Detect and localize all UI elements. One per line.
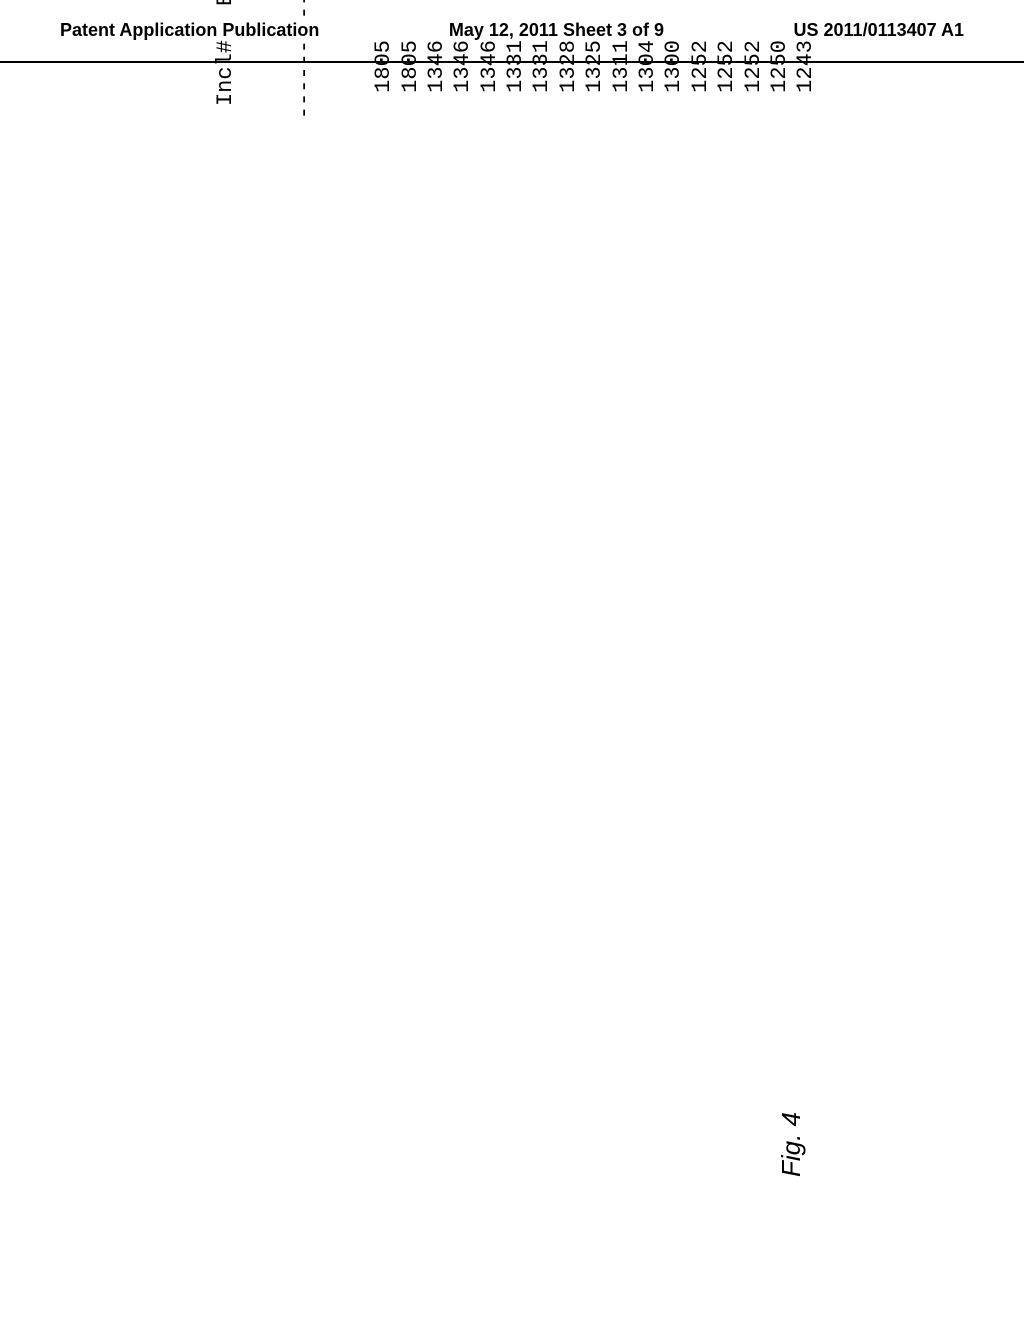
cell-excl: 0 [582, 0, 608, 40]
cell-excl: 0 [398, 0, 424, 40]
col-header-incl: Incl# [213, 40, 239, 140]
table-row: 1304072%0%ntdll.dll!_RtlUserThreadStart [635, 0, 661, 140]
table-row: 18050100%0%tid ( 2924) [371, 0, 397, 140]
figure-label: Fig. 4 [776, 1112, 807, 1177]
cell-excl: 0 [556, 0, 582, 40]
cell-excl: 0 [661, 0, 687, 40]
table-row: 1250069%0%clr.dll!COMToCLRWorkerDebugger… [767, 0, 793, 140]
table-row: 1331073%0%kernel32.dll!BaseThreadInitThu… [503, 0, 529, 140]
cell-excl: 0 [424, 0, 450, 40]
cell-incl: 1300 [661, 40, 687, 140]
table-row: 1311072%0%devenv.exe!util_CallVsMain [609, 0, 635, 140]
cell-excl: 0 [609, 0, 635, 40]
table-row: 1252069%0%clr.dll!COMToCLRDispatchHelper [688, 0, 714, 140]
cell-excl: 0 [529, 0, 555, 40]
cell-excl: 0 [714, 0, 740, 40]
cell-excl: 0 [741, 0, 767, 40]
table-row: 1331073%0%ntdll.dll!__RtlUserThreadStart [529, 0, 555, 140]
cell-incl: 1346 [450, 40, 476, 140]
cell-excl: 0 [371, 0, 397, 40]
table-row: 18050100%0%devenv.exe (2588) [398, 0, 424, 140]
table-dash-row: ------ ------ ------ ------ ------ [292, 0, 318, 140]
table-row: 1328073%0%msenv.dll!VStudioMainLogged [556, 0, 582, 140]
cell-incl: 1252 [741, 40, 767, 140]
dash-incl: ------ [292, 40, 318, 140]
cell-excl: 0 [477, 0, 503, 40]
cell-incl: 1304 [635, 40, 661, 140]
cell-excl: 0 [793, 0, 819, 40]
cell-incl: 1346 [477, 40, 503, 140]
profiler-table: Incl# Excl# Incl% Excl% Name ------ ----… [160, 0, 846, 140]
cell-incl: 1346 [424, 40, 450, 140]
cell-incl: 1805 [398, 40, 424, 140]
cell-incl: 1325 [582, 40, 608, 140]
table-row: 1252069%0%clr.dll!COMToCLRWorkerBody [741, 0, 767, 140]
cell-incl: 1252 [714, 40, 740, 140]
table-row: 1300072%0%msenv.dll!InitFMain [661, 0, 687, 140]
table-row: 1346074%0%devenv.exe!CDevEnvAppId::Run [424, 0, 450, 140]
table-row: 1346074%0%devenv.exe!__tmainCRTStartup [477, 0, 503, 140]
table-row: 1252069%0%clr.dll!InvokeStub [714, 0, 740, 140]
table-row: 1243068%0%clr.dll!COMToCLRWorker [793, 0, 819, 140]
table-header-row: Incl# Excl# Incl% Excl% Name [213, 0, 239, 140]
table-row: 1325073%0%msenv.dll!VStudioMain [582, 0, 608, 140]
col-header-excl: Excl# [213, 0, 239, 40]
cell-excl: 0 [503, 0, 529, 40]
cell-excl: 0 [450, 0, 476, 40]
dash-excl: ------ [292, 0, 318, 40]
cell-incl: 1805 [371, 40, 397, 140]
cell-incl: 1250 [767, 40, 793, 140]
cell-incl: 1328 [556, 40, 582, 140]
cell-incl: 1331 [503, 40, 529, 140]
cell-incl: 1311 [609, 40, 635, 140]
cell-incl: 1243 [793, 40, 819, 140]
cell-excl: 0 [688, 0, 714, 40]
table-row: 1346074%0%devenv.exe!WinMain [450, 0, 476, 140]
cell-incl: 1252 [688, 40, 714, 140]
cell-excl: 0 [635, 0, 661, 40]
cell-incl: 1331 [529, 40, 555, 140]
cell-excl: 0 [767, 0, 793, 40]
